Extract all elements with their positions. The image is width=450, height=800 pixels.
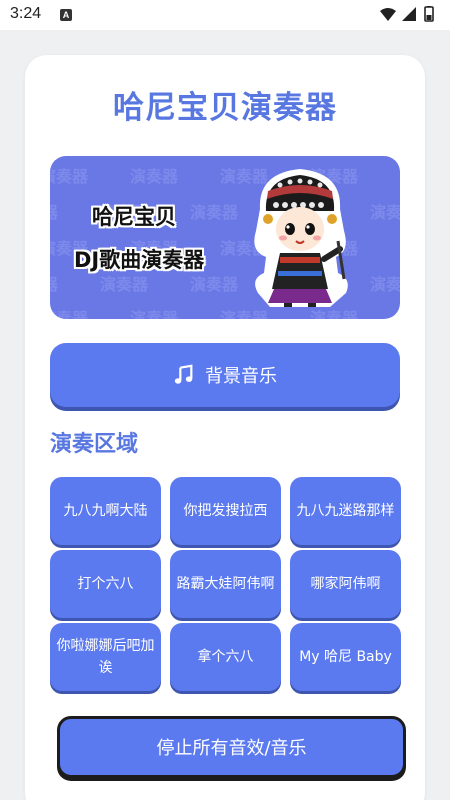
system-status-icons — [380, 6, 434, 22]
sound-pad[interactable]: 路霸大娃阿伟啊 — [170, 550, 281, 618]
background-music-label: 背景音乐 — [205, 366, 277, 387]
status-bar: 3:24 A — [0, 0, 450, 30]
sound-pad[interactable]: 打个六八 — [50, 550, 161, 618]
notification-icon: A — [60, 9, 72, 21]
banner-title: 哈尼宝贝 — [92, 205, 176, 229]
music-note-icon — [174, 364, 193, 384]
sound-pad[interactable]: 拿个六八 — [170, 623, 281, 691]
stop-all-label: 停止所有音效/音乐 — [156, 738, 307, 759]
banner-pattern-text: 演奏器 — [130, 167, 179, 186]
hani-girl-illustration — [254, 169, 348, 307]
banner-pattern-text: 演奏器 — [100, 275, 149, 294]
sound-pad-grid: 九八九啊大陆 你把发搜拉西 九八九迷路那样 打个六八 路霸大娃阿伟啊 哪家阿伟啊… — [50, 477, 402, 691]
battery-icon — [424, 6, 434, 22]
banner-pattern-text: 演奏器 — [130, 309, 179, 319]
app-title: 哈尼宝贝演奏器 — [113, 90, 337, 126]
signal-icon — [402, 7, 416, 21]
sound-pad[interactable]: 哪家阿伟啊 — [290, 550, 401, 618]
sound-pad[interactable]: 九八九啊大陆 — [50, 477, 161, 545]
banner-pattern-text: 演奏器 — [50, 167, 89, 186]
status-time: 3:24 — [10, 5, 42, 22]
stop-all-button[interactable]: 停止所有音效/音乐 — [57, 716, 406, 778]
sound-pad[interactable]: 你把发搜拉西 — [170, 477, 281, 545]
play-area-title: 演奏区域 — [50, 432, 139, 457]
banner-subtitle: DJ歌曲演奏器 — [74, 248, 205, 272]
sound-pad[interactable]: My 哈尼 Baby — [290, 623, 401, 691]
background-music-button[interactable]: 背景音乐 — [50, 343, 400, 407]
sound-pad[interactable]: 你啦娜娜后吧加诶 — [50, 623, 161, 691]
banner-pattern-text: 演奏器 — [50, 203, 59, 222]
wifi-icon — [380, 8, 396, 21]
banner-pattern-text: 演奏器 — [50, 275, 59, 294]
banner-pattern-text: 演奏器 — [190, 203, 239, 222]
banner-pattern-text: 演奏器 — [190, 275, 239, 294]
banner-pattern-text: 演奏器 — [50, 309, 89, 319]
banner-pattern-text: 演奏器 — [370, 275, 400, 294]
sound-pad[interactable]: 九八九迷路那样 — [290, 477, 401, 545]
banner-pattern-text: 演奏器 — [370, 203, 400, 222]
